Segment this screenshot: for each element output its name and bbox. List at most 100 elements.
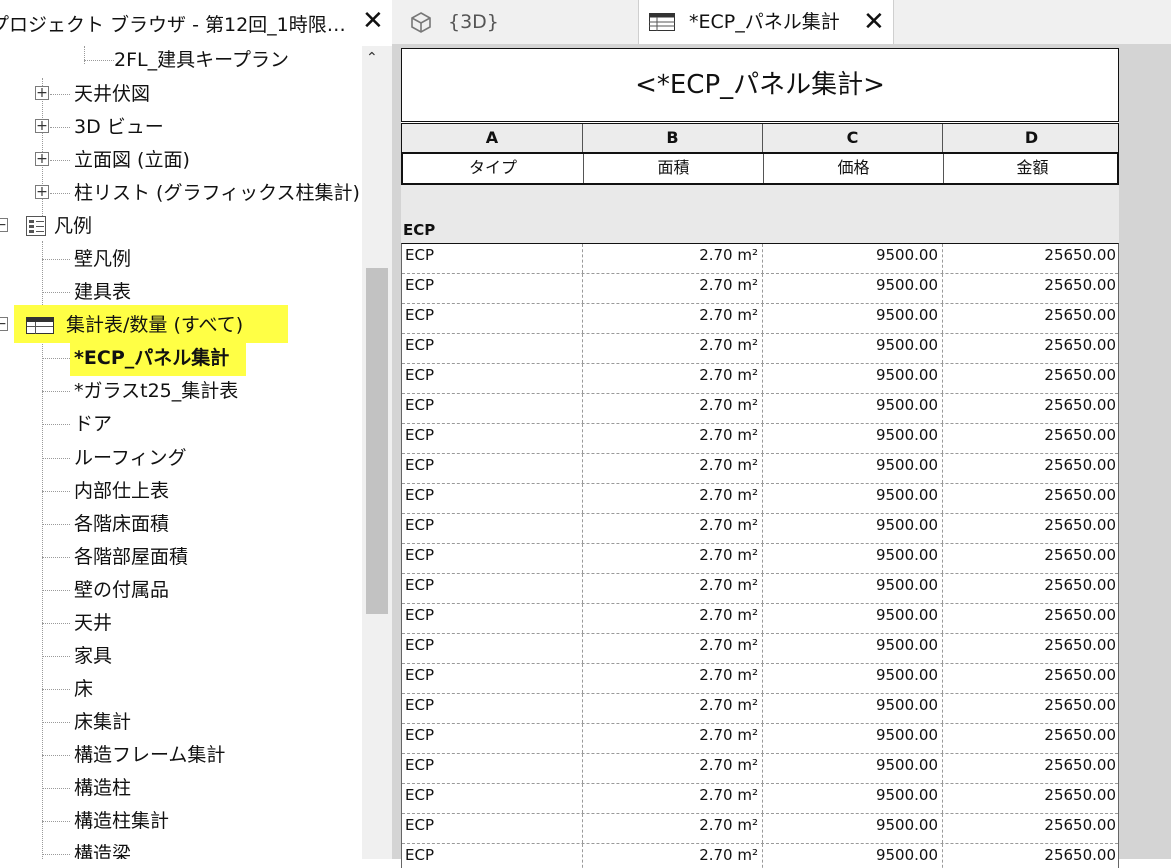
table-cell[interactable]: 2.70 m² xyxy=(582,454,762,483)
table-cell[interactable]: 2.70 m² xyxy=(582,784,762,813)
tree-item-elevations[interactable]: + 立面図 (立面) xyxy=(0,144,362,176)
table-row[interactable]: ECP 2.70 m² 9500.00 25650.00 xyxy=(402,634,1118,664)
table-row[interactable]: ECP 2.70 m² 9500.00 25650.00 xyxy=(402,724,1118,754)
table-cell[interactable]: 2.70 m² xyxy=(582,814,762,843)
table-cell[interactable]: 25650.00 xyxy=(942,754,1119,783)
table-cell[interactable]: 9500.00 xyxy=(762,454,942,483)
table-row[interactable]: ECP 2.70 m² 9500.00 25650.00 xyxy=(402,274,1118,304)
table-row[interactable]: ECP 2.70 m² 9500.00 25650.00 xyxy=(402,544,1118,574)
tree-item-ceiling[interactable]: 天井 xyxy=(0,607,362,639)
table-cell[interactable]: 2.70 m² xyxy=(582,484,762,513)
collapse-icon[interactable]: − xyxy=(0,317,8,331)
tree-item-interior-finish[interactable]: 内部仕上表 xyxy=(0,475,362,507)
column-letter[interactable]: B xyxy=(582,124,762,152)
table-row[interactable]: ECP 2.70 m² 9500.00 25650.00 xyxy=(402,304,1118,334)
table-cell[interactable]: 25650.00 xyxy=(942,544,1119,573)
tree-item-structural-columns[interactable]: 構造柱 xyxy=(0,772,362,804)
tree-item-wall-legend[interactable]: 壁凡例 xyxy=(0,243,362,275)
table-cell[interactable]: 2.70 m² xyxy=(582,844,762,868)
table-cell[interactable]: 9500.00 xyxy=(762,604,942,633)
tree-item-3d-views[interactable]: + 3D ビュー xyxy=(0,111,362,143)
table-cell[interactable]: 9500.00 xyxy=(762,664,942,693)
table-cell[interactable]: 25650.00 xyxy=(942,274,1119,303)
table-cell[interactable]: 2.70 m² xyxy=(582,424,762,453)
column-header[interactable]: 金額 xyxy=(943,154,1119,183)
table-cell[interactable]: 9500.00 xyxy=(762,784,942,813)
table-cell[interactable]: 9500.00 xyxy=(762,544,942,573)
table-cell[interactable]: ECP xyxy=(402,394,582,423)
table-cell[interactable]: ECP xyxy=(402,424,582,453)
tree-item-structural-column-schedule[interactable]: 構造柱集計 xyxy=(0,805,362,837)
table-cell[interactable]: ECP xyxy=(402,604,582,633)
column-letter[interactable]: C xyxy=(762,124,942,152)
table-cell[interactable]: 25650.00 xyxy=(942,514,1119,543)
table-cell[interactable]: ECP xyxy=(402,844,582,868)
table-cell[interactable]: 2.70 m² xyxy=(582,544,762,573)
expand-icon[interactable]: + xyxy=(35,119,49,133)
table-cell[interactable]: 25650.00 xyxy=(942,784,1119,813)
table-cell[interactable]: 25650.00 xyxy=(942,574,1119,603)
tab-ecp-panel-schedule[interactable]: *ECP_パネル集計 ✕ xyxy=(638,0,894,44)
table-cell[interactable]: 9500.00 xyxy=(762,724,942,753)
table-row[interactable]: ECP 2.70 m² 9500.00 25650.00 xyxy=(402,604,1118,634)
table-cell[interactable]: 25650.00 xyxy=(942,454,1119,483)
expand-icon[interactable]: + xyxy=(35,86,49,100)
table-cell[interactable]: 25650.00 xyxy=(942,634,1119,663)
table-row[interactable]: ECP 2.70 m² 9500.00 25650.00 xyxy=(402,424,1118,454)
table-cell[interactable]: ECP xyxy=(402,304,582,333)
project-browser-close-button[interactable]: ✕ xyxy=(362,6,384,36)
table-cell[interactable]: 9500.00 xyxy=(762,754,942,783)
tree-item-column-list[interactable]: + 柱リスト (グラフィックス柱集計) xyxy=(0,177,362,209)
table-cell[interactable]: 9500.00 xyxy=(762,244,942,273)
table-row[interactable]: ECP 2.70 m² 9500.00 25650.00 xyxy=(402,364,1118,394)
table-cell[interactable]: 9500.00 xyxy=(762,574,942,603)
tree-item-doors[interactable]: ドア xyxy=(0,408,362,440)
table-cell[interactable]: ECP xyxy=(402,814,582,843)
table-cell[interactable]: 9500.00 xyxy=(762,274,942,303)
expand-icon[interactable]: + xyxy=(35,185,49,199)
tree-item-2fl-key-plan[interactable]: 2FL_建具キープラン xyxy=(0,44,362,76)
table-cell[interactable]: 9500.00 xyxy=(762,634,942,663)
table-cell[interactable]: ECP xyxy=(402,784,582,813)
tree-item-room-area[interactable]: 各階部屋面積 xyxy=(0,541,362,573)
table-row[interactable]: ECP 2.70 m² 9500.00 25650.00 xyxy=(402,244,1118,274)
table-row[interactable]: ECP 2.70 m² 9500.00 25650.00 xyxy=(402,694,1118,724)
tree-item-structural-framing-schedule[interactable]: 構造フレーム集計 xyxy=(0,739,362,771)
table-cell[interactable]: ECP xyxy=(402,664,582,693)
tree-item-ecp-panel-schedule[interactable]: *ECP_パネル集計 xyxy=(0,340,362,376)
table-cell[interactable]: 9500.00 xyxy=(762,334,942,363)
table-row[interactable]: ECP 2.70 m² 9500.00 25650.00 xyxy=(402,664,1118,694)
table-row[interactable]: ECP 2.70 m² 9500.00 25650.00 xyxy=(402,844,1118,868)
column-letter[interactable]: D xyxy=(942,124,1119,152)
tree-item-schedules-quantities[interactable]: − 集計表/数量 (すべて) xyxy=(0,305,362,343)
tab-3d-view[interactable]: {3D} xyxy=(392,0,630,44)
tree-item-legends[interactable]: − 凡例 xyxy=(0,210,362,242)
table-cell[interactable]: ECP xyxy=(402,484,582,513)
table-cell[interactable]: 2.70 m² xyxy=(582,394,762,423)
table-cell[interactable]: 9500.00 xyxy=(762,304,942,333)
table-cell[interactable]: ECP xyxy=(402,544,582,573)
table-cell[interactable]: 25650.00 xyxy=(942,424,1119,453)
table-cell[interactable]: 2.70 m² xyxy=(582,754,762,783)
collapse-icon[interactable]: − xyxy=(0,218,8,232)
table-cell[interactable]: 25650.00 xyxy=(942,304,1119,333)
column-header[interactable]: 面積 xyxy=(583,154,763,183)
table-row[interactable]: ECP 2.70 m² 9500.00 25650.00 xyxy=(402,514,1118,544)
tree-item-floor-area[interactable]: 各階床面積 xyxy=(0,508,362,540)
table-cell[interactable]: 25650.00 xyxy=(942,844,1119,868)
table-cell[interactable]: 25650.00 xyxy=(942,484,1119,513)
table-cell[interactable]: ECP xyxy=(402,454,582,483)
table-cell[interactable]: 9500.00 xyxy=(762,814,942,843)
table-cell[interactable]: 2.70 m² xyxy=(582,364,762,393)
table-cell[interactable]: ECP xyxy=(402,334,582,363)
table-row[interactable]: ECP 2.70 m² 9500.00 25650.00 xyxy=(402,484,1118,514)
tree-item-fittings-table[interactable]: 建具表 xyxy=(0,276,362,308)
table-cell[interactable]: 9500.00 xyxy=(762,694,942,723)
table-row[interactable]: ECP 2.70 m² 9500.00 25650.00 xyxy=(402,334,1118,364)
expand-icon[interactable]: + xyxy=(35,152,49,166)
tree-item-ceiling-plans[interactable]: + 天井伏図 xyxy=(0,78,362,110)
table-row[interactable]: ECP 2.70 m² 9500.00 25650.00 xyxy=(402,574,1118,604)
table-cell[interactable]: ECP xyxy=(402,364,582,393)
tree-item-floor[interactable]: 床 xyxy=(0,673,362,705)
table-cell[interactable]: 25650.00 xyxy=(942,604,1119,633)
